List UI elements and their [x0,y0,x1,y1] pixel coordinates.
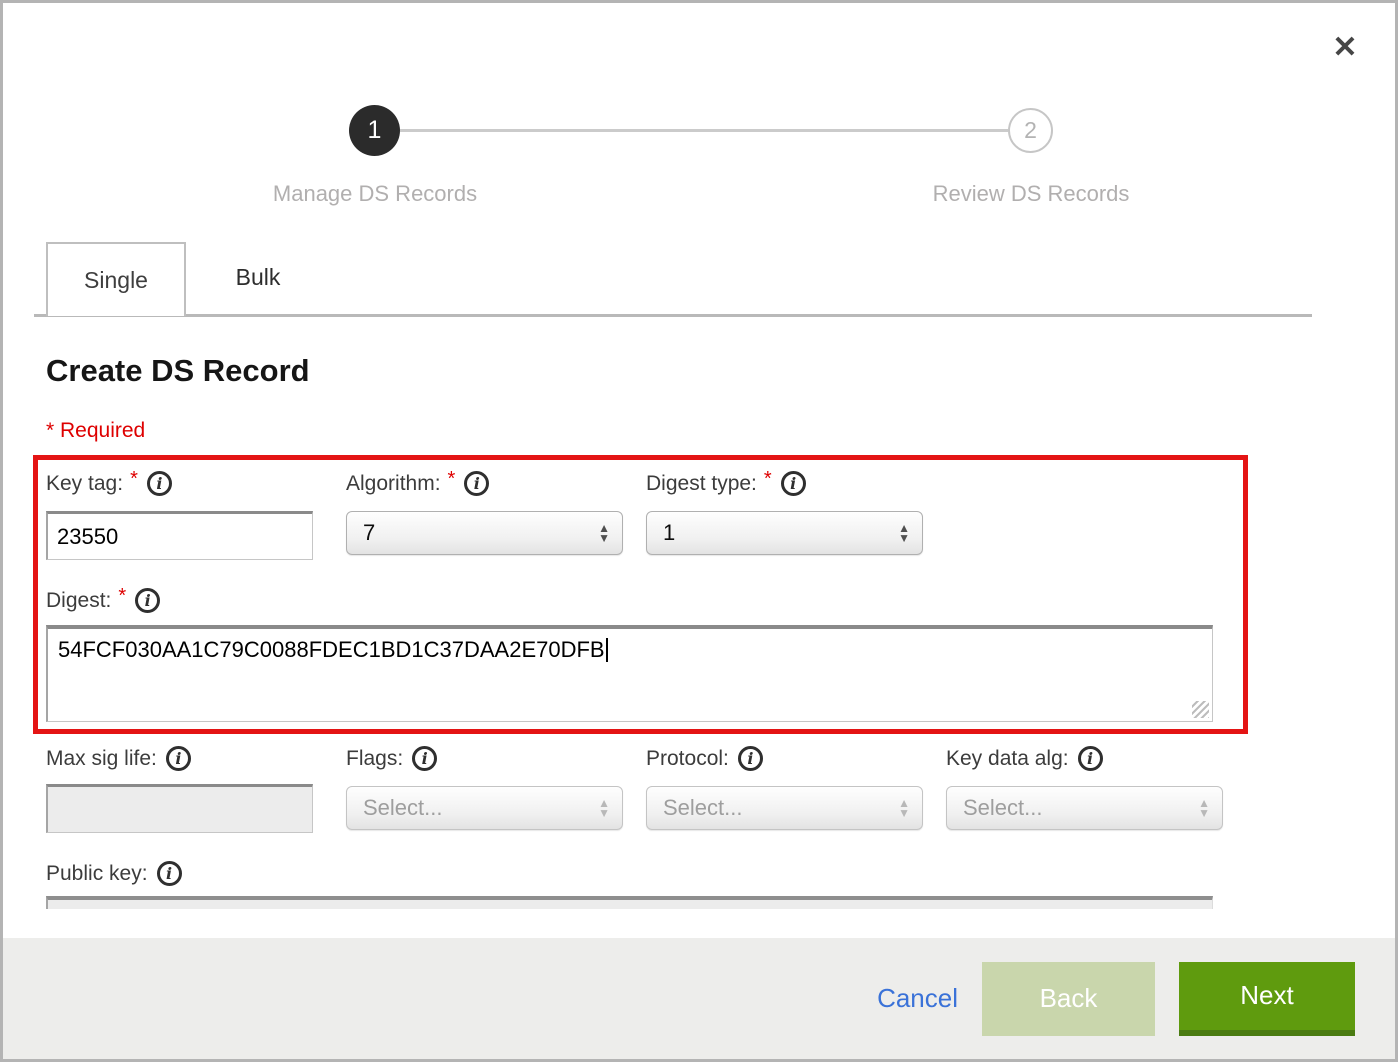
key-data-alg-select[interactable]: Select... ▲ ▼ [946,786,1223,830]
info-icon[interactable]: i [135,588,160,613]
public-key-textarea[interactable] [46,896,1213,909]
select-arrows-icon: ▲ ▼ [598,523,610,543]
digest-type-label: Digest type: [646,472,757,496]
algorithm-select-value: 7 [363,520,375,546]
page-title: Create DS Record [46,353,310,389]
step-connector-line [400,129,1008,132]
arrow-down-icon: ▼ [1198,808,1210,818]
info-icon-glyph: i [156,476,162,492]
digest-type-select-value: 1 [663,520,675,546]
protocol-select-value: Select... [663,795,742,821]
info-icon-glyph: i [747,751,753,767]
select-arrows-icon: ▲ ▼ [598,798,610,818]
arrow-down-icon: ▼ [598,533,610,543]
info-icon[interactable]: i [781,471,806,496]
digest-type-select[interactable]: 1 ▲ ▼ [646,511,923,555]
info-icon[interactable]: i [1078,746,1103,771]
key-data-alg-label: Key data alg: [946,747,1069,771]
create-ds-record-modal: ✕ 1 2 Manage DS Records Review DS Record… [0,0,1398,1062]
info-icon-glyph: i [474,476,480,492]
key-tag-input[interactable] [46,511,313,560]
info-icon[interactable]: i [147,471,172,496]
digest-label-row: Digest: * i [46,588,160,613]
algorithm-label-row: Algorithm: * i [346,471,489,496]
digest-value: 54FCF030AA1C79C0088FDEC1BD1C37DAA2E70DFB [58,637,605,662]
protocol-label: Protocol: [646,747,729,771]
close-icon[interactable]: ✕ [1325,27,1365,67]
required-asterisk: * [118,585,126,608]
info-icon-glyph: i [166,866,172,882]
tab-divider-line [34,314,1312,317]
flags-select-value: Select... [363,795,442,821]
back-button[interactable]: Back [982,962,1155,1036]
select-arrows-icon: ▲ ▼ [1198,798,1210,818]
key-data-alg-select-value: Select... [963,795,1042,821]
required-asterisk: * [448,468,456,491]
info-icon-glyph: i [790,476,796,492]
digest-label: Digest: [46,589,111,613]
info-icon[interactable]: i [464,471,489,496]
step-1-label: Manage DS Records [215,181,535,207]
cancel-button[interactable]: Cancel [877,983,958,1014]
required-asterisk: * [130,468,138,491]
flags-select[interactable]: Select... ▲ ▼ [346,786,623,830]
protocol-select[interactable]: Select... ▲ ▼ [646,786,923,830]
info-icon[interactable]: i [166,746,191,771]
digest-type-label-row: Digest type: * i [646,471,806,496]
info-icon-glyph: i [1087,751,1093,767]
info-icon[interactable]: i [412,746,437,771]
info-icon-glyph: i [422,751,428,767]
flags-label: Flags: [346,747,403,771]
modal-footer: Cancel Back Next [3,938,1395,1059]
step-1-circle: 1 [349,105,400,156]
text-caret [606,638,608,662]
info-icon[interactable]: i [157,861,182,886]
info-icon-glyph: i [175,751,181,767]
protocol-label-row: Protocol: i [646,746,763,771]
algorithm-select[interactable]: 7 ▲ ▼ [346,511,623,555]
next-button[interactable]: Next [1179,962,1355,1036]
key-data-alg-label-row: Key data alg: i [946,746,1103,771]
flags-label-row: Flags: i [346,746,437,771]
public-key-label: Public key: [46,862,148,886]
required-asterisk: * [764,468,772,491]
select-arrows-icon: ▲ ▼ [898,523,910,543]
arrow-down-icon: ▼ [898,808,910,818]
algorithm-label: Algorithm: [346,472,441,496]
select-arrows-icon: ▲ ▼ [898,798,910,818]
step-2-circle: 2 [1008,108,1053,153]
tab-bulk[interactable]: Bulk [188,242,328,313]
arrow-down-icon: ▼ [598,808,610,818]
max-sig-life-label-row: Max sig life: i [46,746,191,771]
public-key-label-row: Public key: i [46,861,182,886]
tab-single[interactable]: Single [46,242,186,316]
digest-textarea[interactable]: 54FCF030AA1C79C0088FDEC1BD1C37DAA2E70DFB [46,625,1213,722]
required-note: * Required [46,419,145,443]
info-icon[interactable]: i [738,746,763,771]
resize-handle[interactable] [1192,701,1209,718]
max-sig-life-label: Max sig life: [46,747,157,771]
key-tag-label: Key tag: [46,472,123,496]
info-icon-glyph: i [145,593,151,609]
key-tag-label-row: Key tag: * i [46,471,172,496]
max-sig-life-input[interactable] [46,784,313,833]
step-2-label: Review DS Records [871,181,1191,207]
arrow-down-icon: ▼ [898,533,910,543]
